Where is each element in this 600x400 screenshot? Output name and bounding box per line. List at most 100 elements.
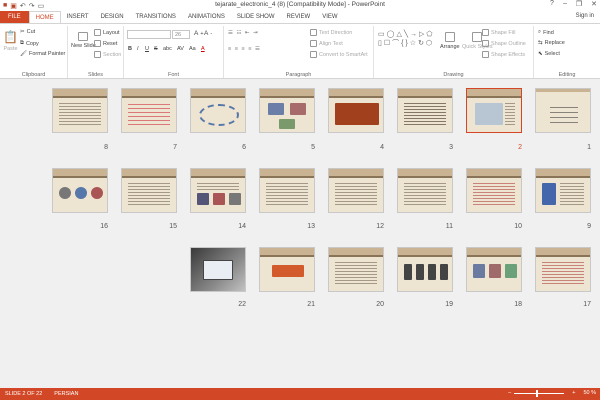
slide-thumbnail-6[interactable]: [190, 88, 246, 133]
font-size-box[interactable]: 26: [172, 30, 190, 39]
tab-view[interactable]: VIEW: [316, 11, 343, 23]
slide-thumbnail-7[interactable]: [121, 88, 177, 133]
shapes-gallery[interactable]: ▭◯△╲→▷⬠ ▯☐⌒{}☆↻⬡: [378, 30, 435, 48]
paint-bucket-icon: [482, 29, 489, 36]
slide-thumbnail-10[interactable]: [466, 168, 522, 213]
character-spacing-button[interactable]: AV: [177, 46, 184, 52]
strikethrough-button[interactable]: S: [154, 46, 158, 52]
brush-icon: 🖌: [20, 51, 27, 57]
grow-font-button[interactable]: A +: [194, 30, 204, 37]
font-label: Font: [167, 72, 179, 78]
paste-icon: 📋: [3, 30, 18, 44]
slide-thumbnail-8[interactable]: [52, 88, 108, 133]
slide-number-7: 7: [173, 144, 177, 151]
change-case-button[interactable]: Aa: [189, 46, 196, 52]
close-button[interactable]: ✕: [591, 0, 597, 8]
tab-review[interactable]: REVIEW: [281, 11, 317, 23]
slide-thumbnail-2[interactable]: [466, 88, 522, 133]
align-buttons[interactable]: ≡ ≡ ≡ ≡ ☰: [228, 46, 261, 52]
slide-thumbnail-14[interactable]: [190, 168, 246, 213]
tab-animations[interactable]: ANIMATIONS: [182, 11, 231, 23]
arrange-button[interactable]: Arrange: [440, 32, 460, 50]
slide-number-22: 22: [238, 301, 246, 308]
shape-fill-button[interactable]: Shape Fill: [482, 29, 515, 36]
tab-file[interactable]: FILE: [0, 11, 29, 23]
reset-button[interactable]: Reset: [94, 40, 117, 47]
replace-button[interactable]: ⇆ Replace: [538, 40, 565, 46]
tab-transitions[interactable]: TRANSITIONS: [130, 11, 182, 23]
slide-thumbnail-16[interactable]: [52, 168, 108, 213]
tab-design[interactable]: DESIGN: [95, 11, 130, 23]
underline-button[interactable]: U: [145, 46, 149, 52]
font-color-button[interactable]: A: [201, 46, 205, 52]
slides-group: New Slide Layout Reset Section Slides: [68, 26, 124, 78]
slide-number-9: 9: [587, 223, 591, 230]
tab-slide-show[interactable]: SLIDE SHOW: [231, 11, 281, 23]
select-button[interactable]: ⬉ Select: [538, 51, 560, 57]
section-icon: [94, 51, 101, 58]
slide-number-11: 11: [445, 223, 453, 230]
paste-button[interactable]: 📋 Paste: [3, 30, 18, 52]
slide-number-1: 1: [587, 144, 591, 151]
slide-thumbnail-13[interactable]: [259, 168, 315, 213]
shape-effects-button[interactable]: Shape Effects: [482, 51, 525, 58]
find-button[interactable]: ⌕ Find: [538, 29, 554, 36]
restore-button[interactable]: ❐: [576, 0, 582, 8]
zoom-level[interactable]: 50 %: [583, 390, 596, 396]
italic-button[interactable]: I: [137, 46, 139, 52]
language-indicator[interactable]: PERSIAN: [54, 391, 78, 397]
slide-thumbnail-11[interactable]: [397, 168, 453, 213]
slide-thumbnail-22[interactable]: [190, 247, 246, 292]
slide-counter: SLIDE 2 OF 22: [5, 391, 43, 397]
align-text-button[interactable]: Align Text: [310, 40, 343, 47]
tab-insert[interactable]: INSERT: [61, 11, 95, 23]
cursor-icon: ⬉: [538, 51, 543, 57]
section-button[interactable]: Section: [94, 51, 121, 58]
slide-number-5: 5: [311, 144, 315, 151]
format-painter-button[interactable]: 🖌 Format Painter: [20, 51, 65, 57]
slide-thumbnail-4[interactable]: [328, 88, 384, 133]
shape-outline-button[interactable]: Shape Outline: [482, 40, 526, 47]
convert-smartart-button[interactable]: Convert to SmartArt: [310, 51, 368, 58]
zoom-slider[interactable]: [514, 389, 565, 397]
slide-thumbnail-15[interactable]: [121, 168, 177, 213]
minimize-button[interactable]: –: [563, 0, 567, 8]
font-name-box[interactable]: [127, 30, 171, 39]
text-shadow-button[interactable]: abc: [163, 46, 172, 52]
slide-thumbnail-1[interactable]: [535, 88, 591, 133]
slide-thumbnail-17[interactable]: [535, 247, 591, 292]
slide-number-10: 10: [514, 223, 522, 230]
text-direction-button[interactable]: Text Direction: [310, 29, 352, 36]
slide-thumbnail-3[interactable]: [397, 88, 453, 133]
reset-icon: [94, 40, 101, 47]
new-slide-button[interactable]: New Slide: [71, 32, 96, 49]
slide-thumbnail-20[interactable]: [328, 247, 384, 292]
shrink-font-button[interactable]: A-: [204, 30, 212, 37]
clipboard-group: 📋 Paste ✂ Cut ⧉ Copy 🖌 Format Painter Clipb…: [0, 26, 68, 78]
slide-number-20: 20: [376, 301, 384, 308]
list-buttons[interactable]: ☰ ☷ ⇤ ⇥: [228, 30, 259, 36]
search-icon: ⌕: [538, 29, 542, 35]
slide-number-8: 8: [104, 144, 108, 151]
help-button[interactable]: ?: [550, 0, 554, 8]
align-text-icon: [310, 40, 317, 47]
arrange-icon: [444, 32, 455, 42]
slide-thumbnail-19[interactable]: [397, 247, 453, 292]
bold-button[interactable]: B: [128, 46, 132, 52]
slide-thumbnail-18[interactable]: [466, 247, 522, 292]
layout-button[interactable]: Layout: [94, 29, 120, 36]
paragraph-label: Paragraph: [285, 72, 312, 78]
copy-button[interactable]: ⧉ Copy: [20, 40, 39, 47]
slides-label: Slides: [88, 72, 103, 78]
slide-thumbnail-5[interactable]: [259, 88, 315, 133]
zoom-out-button[interactable]: –: [508, 390, 511, 396]
zoom-in-button[interactable]: +: [572, 390, 575, 396]
slide-thumbnail-12[interactable]: [328, 168, 384, 213]
tab-home[interactable]: HOME: [28, 11, 61, 23]
slide-thumbnail-21[interactable]: [259, 247, 315, 292]
slide-number-21: 21: [307, 301, 315, 308]
sign-in-link[interactable]: Sign in: [576, 13, 594, 19]
cut-button[interactable]: ✂ Cut: [20, 29, 35, 35]
ribbon-tabs: FILE HOME INSERT DESIGN TRANSITIONS ANIM…: [0, 11, 600, 23]
slide-thumbnail-9[interactable]: [535, 168, 591, 213]
